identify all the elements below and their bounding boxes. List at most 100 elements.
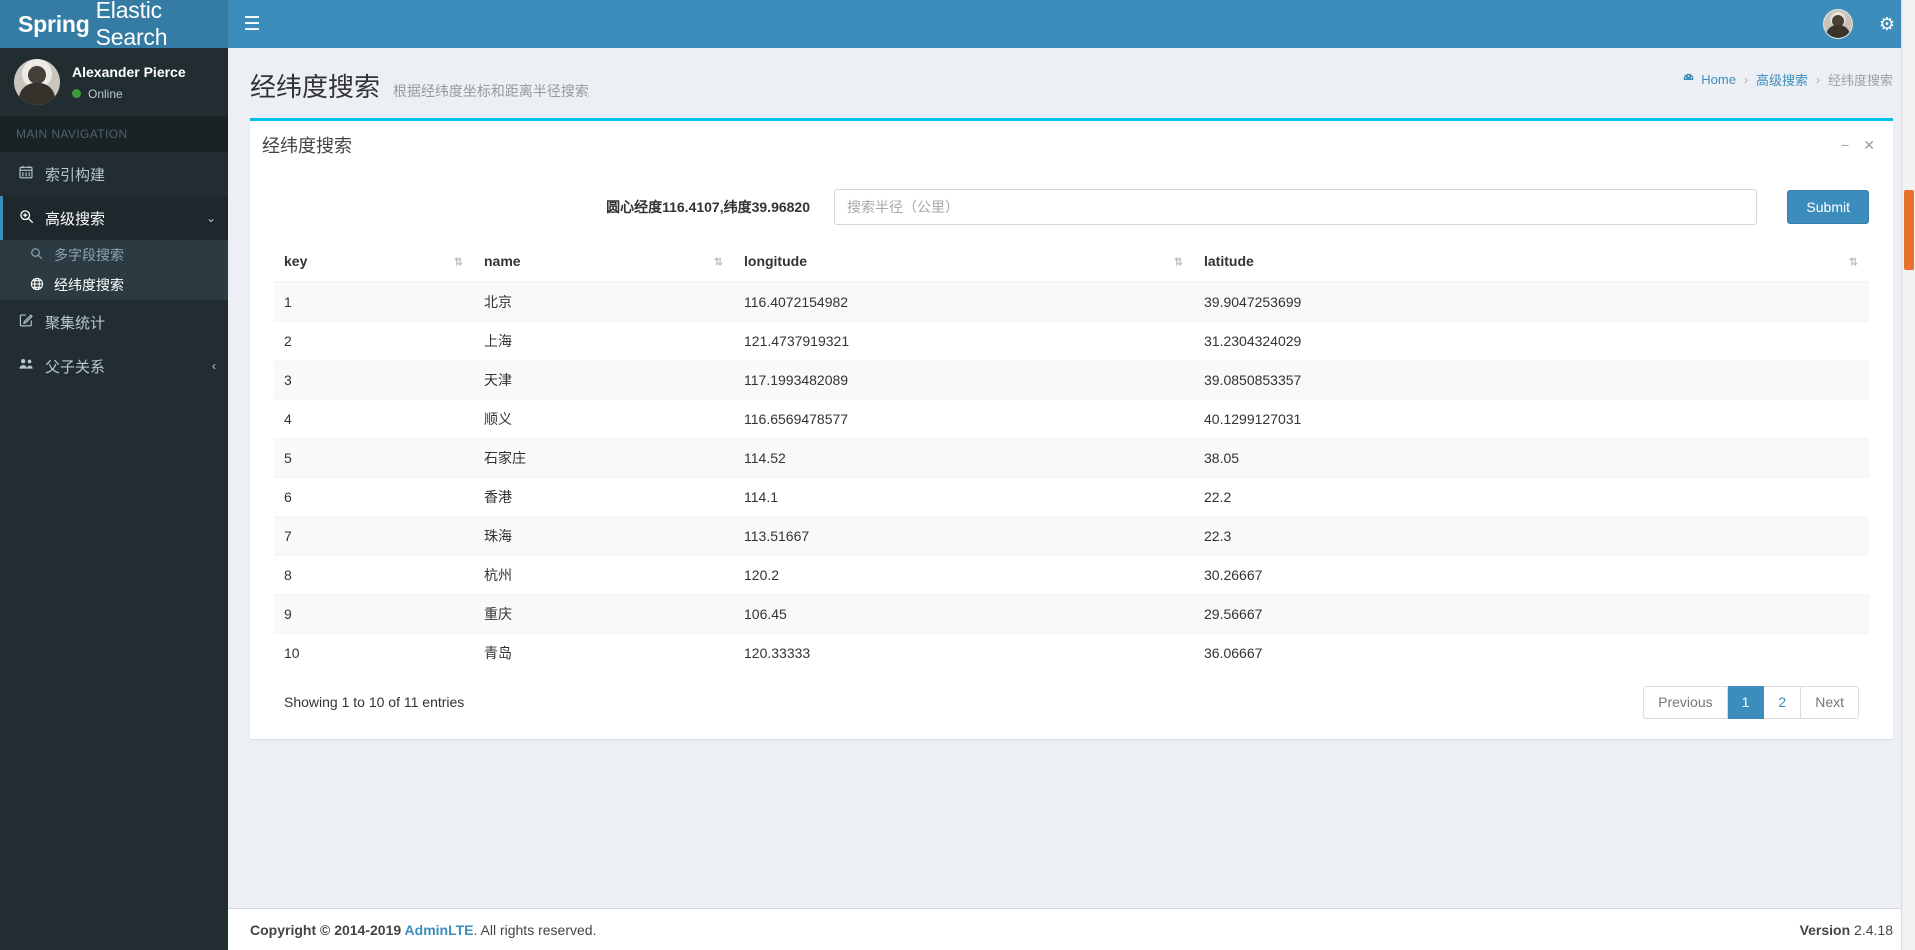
table-row: 7 珠海 113.51667 22.3 — [274, 516, 1869, 556]
results-table: key ⇅ name ⇅ longitude ⇅ latitude ⇅ 1 北京… — [274, 243, 1869, 672]
breadcrumb-parent[interactable]: 高级搜索 — [1756, 70, 1808, 89]
breadcrumb-separator: › — [1743, 72, 1748, 87]
table-row: 9 重庆 106.45 29.56667 — [274, 594, 1869, 634]
column-header-name-label: name — [484, 253, 521, 269]
cell-longitude: 113.51667 — [734, 516, 1194, 556]
column-header-latitude[interactable]: latitude ⇅ — [1194, 243, 1869, 283]
results-table-head: key ⇅ name ⇅ longitude ⇅ latitude ⇅ — [274, 243, 1869, 283]
table-info-label: Showing 1 to 10 of 11 entries — [284, 694, 465, 711]
close-icon[interactable]: ✕ — [1863, 138, 1875, 152]
cell-latitude: 39.9047253699 — [1194, 281, 1869, 322]
app-logo[interactable]: Spring Elastic Search — [0, 0, 228, 50]
copyright-prefix: Copyright © 2014-2019 — [250, 921, 405, 938]
cell-key: 9 — [274, 594, 474, 634]
cell-name: 珠海 — [474, 516, 734, 556]
table-row: 5 石家庄 114.52 38.05 — [274, 438, 1869, 478]
breadcrumb-current: 经纬度搜索 — [1827, 73, 1893, 88]
cell-key: 5 — [274, 438, 474, 478]
sidebar-subitem-label: 多字段搜索 — [54, 247, 124, 263]
sidebar-item-aggregation-stats[interactable]: 聚集统计 — [0, 300, 228, 344]
table-row: 8 杭州 120.2 30.26667 — [274, 555, 1869, 595]
sort-icon: ⇅ — [713, 256, 723, 269]
geo-search-box: 经纬度搜索 − ✕ 圆心经度116.4107,纬度39.96820 Submit — [250, 118, 1893, 739]
column-header-latitude-label: latitude — [1204, 253, 1254, 269]
globe-icon — [30, 277, 54, 294]
sidebar-toggle-button[interactable]: ☰ — [228, 0, 276, 48]
column-header-longitude[interactable]: longitude ⇅ — [734, 243, 1194, 283]
pagination-next[interactable]: Next — [1801, 686, 1859, 719]
breadcrumb-home[interactable]: Home — [1682, 72, 1736, 88]
edit-square-icon — [19, 313, 45, 331]
cell-name: 北京 — [474, 281, 734, 322]
cell-longitude: 116.6569478577 — [734, 399, 1194, 439]
sidebar-item-geo-search[interactable]: 经纬度搜索 — [0, 270, 228, 300]
page-scrollbar[interactable] — [1901, 0, 1915, 950]
hamburger-icon: ☰ — [243, 13, 261, 35]
scrollbar-thumb[interactable] — [1904, 190, 1914, 270]
cell-name: 香港 — [474, 477, 734, 517]
table-row: 6 香港 114.1 22.2 — [274, 477, 1869, 517]
breadcrumb-home-label: Home — [1701, 72, 1736, 87]
cell-key: 6 — [274, 477, 474, 517]
logo-bold-text: Spring — [18, 10, 90, 37]
table-footer: Showing 1 to 10 of 11 entries Previous 1 2… — [274, 672, 1869, 725]
column-header-key[interactable]: key ⇅ — [274, 243, 474, 283]
logo-light-text: Elastic Search — [95, 0, 168, 50]
cell-latitude: 39.0850853357 — [1194, 360, 1869, 400]
page-title: 经纬度搜索 — [250, 72, 381, 102]
minimize-icon[interactable]: − — [1841, 138, 1849, 152]
sidebar: Alexander Pierce Online MAIN NAVIGATION — [0, 48, 228, 950]
results-table-body: 1 北京 116.4072154982 39.9047253699 2 上海 121.473… — [274, 281, 1869, 672]
cell-latitude: 38.05 — [1194, 438, 1869, 478]
cell-longitude: 120.2 — [734, 555, 1194, 595]
cell-longitude: 121.4737919321 — [734, 321, 1194, 361]
cell-name: 上海 — [474, 321, 734, 361]
pagination-page-1[interactable]: 1 — [1727, 686, 1765, 719]
cell-latitude: 31.2304324029 — [1194, 321, 1869, 361]
search-radius-input[interactable] — [834, 189, 1758, 225]
cell-name: 杭州 — [474, 555, 734, 595]
sidebar-item-multifield-search[interactable]: 多字段搜索 — [0, 240, 228, 270]
cell-name: 青岛 — [474, 633, 734, 672]
cell-latitude: 40.1299127031 — [1194, 399, 1869, 439]
sidebar-item-advanced-search[interactable]: 高级搜索 ⌄ — [0, 196, 228, 240]
breadcrumb: Home › 高级搜索 › 经纬度搜索 — [1682, 70, 1893, 89]
column-header-name[interactable]: name ⇅ — [474, 243, 734, 283]
gear-icon[interactable]: ⚙ — [1879, 15, 1895, 33]
column-header-longitude-label: longitude — [744, 253, 807, 269]
cell-key: 4 — [274, 399, 474, 439]
cell-key: 2 — [274, 321, 474, 361]
sidebar-item-index-build[interactable]: 索引构建 — [0, 152, 228, 196]
sidebar-item-parent-child[interactable]: 父子关系 ‹ — [0, 344, 228, 388]
cell-longitude: 116.4072154982 — [734, 281, 1194, 322]
sidebar-item-label: 聚集统计 — [45, 314, 106, 332]
table-row: 10 青岛 120.33333 36.06667 — [274, 633, 1869, 672]
content-wrapper: 经纬度搜索 根据经纬度坐标和距离半径搜索 Home › 高级搜索 › 经纬度搜索 — [228, 48, 1915, 950]
navbar-avatar-icon[interactable] — [1822, 9, 1853, 39]
pagination: Previous 1 2 Next — [1643, 686, 1859, 719]
table-header-row: key ⇅ name ⇅ longitude ⇅ latitude ⇅ — [274, 243, 1869, 283]
pagination-previous[interactable]: Previous — [1643, 686, 1728, 719]
sidebar-section-header: MAIN NAVIGATION — [0, 116, 228, 152]
page-footer: Copyright © 2014-2019 AdminLTE. All righ… — [228, 908, 1915, 950]
sidebar-submenu-advanced-search: 多字段搜索 经纬度搜索 — [0, 240, 228, 300]
breadcrumb-separator-2: › — [1815, 72, 1820, 87]
cell-longitude: 120.33333 — [734, 633, 1194, 672]
cell-longitude: 114.1 — [734, 477, 1194, 517]
sidebar-user-status-label: Online — [88, 86, 123, 101]
cell-latitude: 30.26667 — [1194, 555, 1869, 595]
page-subtitle: 根据经纬度坐标和距离半径搜索 — [392, 83, 589, 99]
content-header: 经纬度搜索 根据经纬度坐标和距离半径搜索 Home › 高级搜索 › 经纬度搜索 — [228, 48, 1915, 118]
sidebar-user-name: Alexander Pierce — [72, 64, 186, 81]
sidebar-subitem-label: 经纬度搜索 — [54, 277, 124, 293]
cell-key: 3 — [274, 360, 474, 400]
submit-button[interactable]: Submit — [1787, 190, 1869, 224]
adminlte-link[interactable]: AdminLTE — [405, 922, 474, 938]
sort-icon: ⇅ — [1173, 256, 1183, 269]
cell-longitude: 114.52 — [734, 438, 1194, 478]
version-info: Version 2.4.18 — [1800, 922, 1893, 938]
cell-name: 石家庄 — [474, 438, 734, 478]
box-header: 经纬度搜索 − ✕ — [250, 121, 1893, 169]
calendar-icon — [19, 165, 45, 183]
pagination-page-2[interactable]: 2 — [1764, 686, 1802, 719]
